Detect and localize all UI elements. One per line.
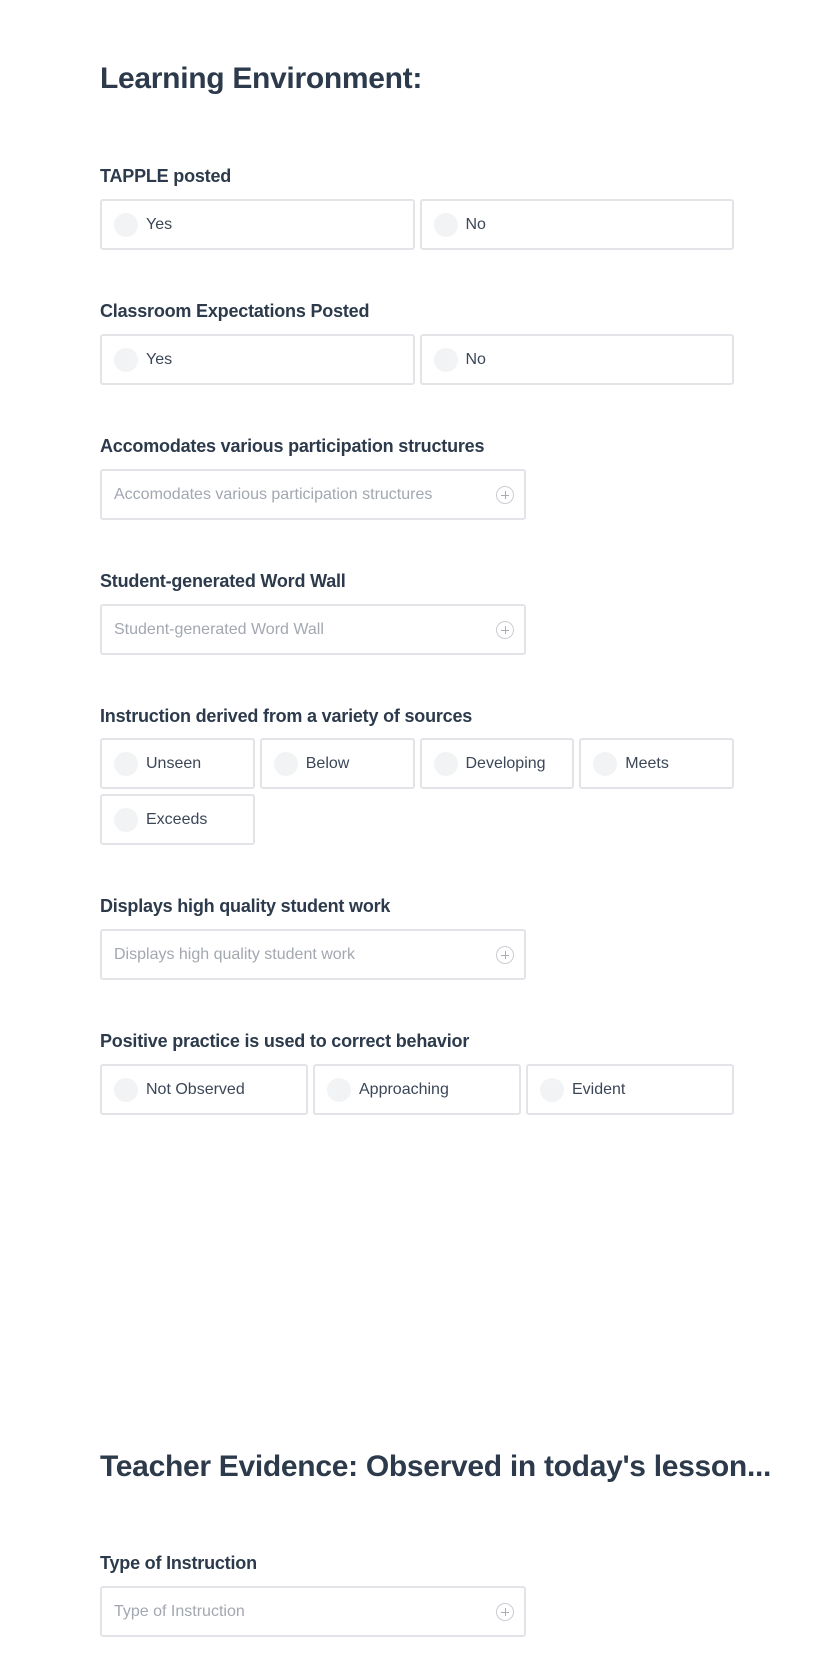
radio-circle-icon [114,212,138,237]
question-label-word-wall: Student-generated Word Wall [100,571,346,591]
option-label: Yes [146,215,173,233]
plus-circle-icon[interactable] [496,1602,514,1621]
option-label: Unseen [146,754,202,772]
option-label: Approaching [359,1080,449,1098]
radio-option-below[interactable]: Below [259,738,415,789]
radio-circle-icon [593,751,618,776]
radio-circle-icon [433,347,458,372]
radio-group-instruction-sources: Unseen Below Developing Meets Exceeds [100,738,734,845]
section-title-learning-environment: Learning Environment: [100,62,423,95]
option-label: No [465,350,486,368]
radio-option-yes[interactable]: Yes [100,199,415,250]
select-type-of-instruction[interactable]: Type of Instruction [100,1586,526,1637]
radio-option-no[interactable]: No [419,334,734,385]
select-placeholder: Accomodates various participation struct… [114,485,433,503]
radio-option-approaching[interactable]: Approaching [313,1064,521,1115]
select-placeholder: Displays high quality student work [114,945,356,963]
radio-option-unseen[interactable]: Unseen [100,738,255,789]
option-label: No [465,215,486,233]
radio-circle-icon [433,751,458,776]
radio-circle-icon [327,1077,351,1102]
plus-circle-icon[interactable] [496,485,514,504]
select-student-work[interactable]: Displays high quality student work [100,929,526,980]
option-label: Exceeds [146,810,208,828]
section-title-teacher-evidence: Teacher Evidence: Observed in today's le… [100,1450,772,1483]
radio-circle-icon [433,212,458,237]
plus-circle-icon[interactable] [496,620,514,639]
radio-option-yes[interactable]: Yes [100,334,415,385]
radio-option-exceeds[interactable]: Exceeds [100,794,255,845]
radio-option-not-observed[interactable]: Not Observed [100,1064,308,1115]
question-label-type-of-instruction: Type of Instruction [100,1553,257,1573]
plus-circle-icon[interactable] [496,945,514,964]
question-label-participation-structures: Accomodates various participation struct… [100,436,485,456]
radio-group-tapple-posted: Yes No [100,199,734,250]
option-label: Yes [146,350,173,368]
radio-circle-icon [273,751,298,776]
radio-option-no[interactable]: No [419,199,734,250]
option-label: Developing [465,754,546,772]
radio-option-evident[interactable]: Evident [526,1064,734,1115]
radio-option-meets[interactable]: Meets [579,738,734,789]
radio-circle-icon [114,1077,138,1102]
radio-group-classroom-expectations: Yes No [100,334,734,385]
question-label-classroom-expectations: Classroom Expectations Posted [100,301,370,321]
radio-circle-icon [114,807,138,832]
radio-group-positive-practice: Not Observed Approaching Evident [100,1064,734,1115]
option-label: Not Observed [146,1080,245,1098]
select-placeholder: Type of Instruction [114,1602,245,1620]
radio-circle-icon [114,751,138,776]
option-label: Below [305,754,350,772]
select-word-wall[interactable]: Student-generated Word Wall [100,604,526,655]
question-label-instruction-sources: Instruction derived from a variety of so… [100,706,473,726]
question-label-positive-practice: Positive practice is used to correct beh… [100,1031,470,1051]
radio-option-developing[interactable]: Developing [419,738,575,789]
radio-circle-icon [114,347,138,372]
question-label-student-work: Displays high quality student work [100,896,391,916]
question-label-tapple-posted: TAPPLE posted [100,166,232,186]
select-participation-structures[interactable]: Accomodates various participation struct… [100,469,526,520]
option-label: Evident [572,1080,626,1098]
select-placeholder: Student-generated Word Wall [114,620,324,638]
radio-circle-icon [540,1077,564,1102]
option-label: Meets [625,754,669,772]
